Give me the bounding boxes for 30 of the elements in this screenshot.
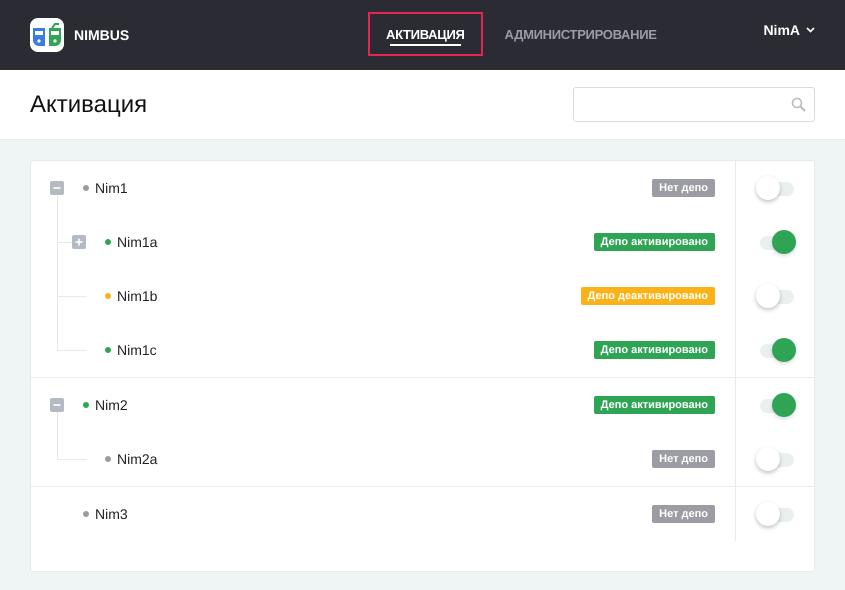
search-field[interactable]: [573, 87, 815, 122]
node-name[interactable]: Nim1: [95, 180, 128, 196]
node-name[interactable]: Nim3: [95, 506, 128, 522]
node-name[interactable]: Nim1c: [117, 342, 157, 358]
status-badge: Нет депо: [652, 450, 715, 468]
node-name[interactable]: Nim2a: [117, 451, 158, 467]
collapse-icon[interactable]: [50, 398, 64, 412]
status-badge: Депо активировано: [594, 341, 715, 359]
node-name[interactable]: Nim2: [95, 397, 128, 413]
caret-icon: [806, 27, 815, 33]
search-icon: [791, 97, 806, 112]
brand-name: NIMBUS: [74, 27, 130, 43]
status-badge: Нет депо: [652, 505, 715, 523]
status-badge: Депо активировано: [594, 396, 715, 414]
toggle-switch[interactable]: [756, 175, 794, 201]
toggle-switch[interactable]: [756, 283, 794, 309]
nav-tab[interactable]: АКТИВАЦИЯ: [368, 12, 483, 56]
toggle-switch[interactable]: [756, 446, 794, 472]
expand-icon[interactable]: [72, 235, 86, 249]
collapse-icon[interactable]: [50, 181, 64, 195]
status-badge: Нет депо: [652, 179, 715, 197]
status-badge: Депо активировано: [594, 233, 715, 251]
nav-tab[interactable]: АДМИНИСТРИРОВАНИЕ: [486, 12, 675, 56]
node-name[interactable]: Nim1a: [117, 234, 158, 250]
logo-icon: [30, 18, 64, 52]
page-title: Активация: [30, 90, 148, 118]
node-name[interactable]: Nim1b: [117, 288, 158, 304]
toggle-switch[interactable]: [756, 501, 794, 527]
user-menu[interactable]: NimA: [763, 22, 815, 38]
status-badge: Депо деактивировано: [580, 287, 715, 305]
